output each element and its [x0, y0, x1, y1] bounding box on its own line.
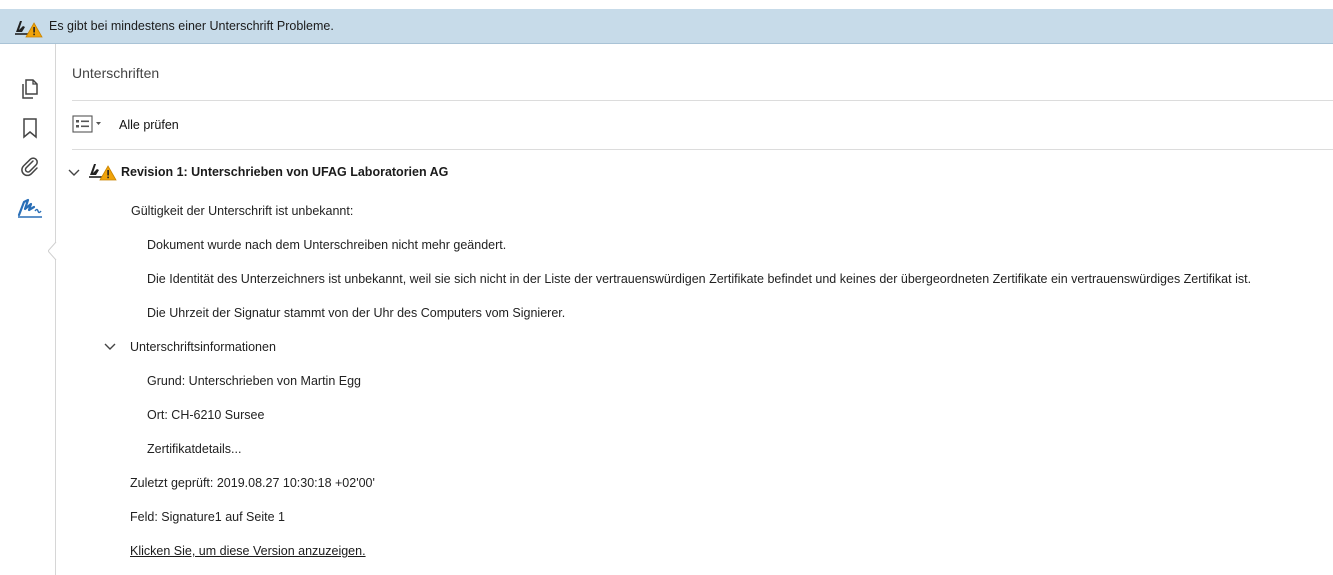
chevron-down-icon[interactable] [68, 168, 80, 178]
attachment-icon[interactable] [18, 155, 42, 179]
options-menu-button[interactable] [72, 114, 106, 134]
signatures-panel: Unterschriften Alle prüfen Revision 1: U… [56, 44, 1333, 575]
signature-warning-icon [89, 164, 117, 181]
validity-detail: Die Identität des Unterzeichners ist unb… [147, 272, 1252, 286]
validate-all-button[interactable]: Alle prüfen [119, 118, 179, 132]
revision-title[interactable]: Revision 1: Unterschrieben von UFAG Labo… [121, 165, 448, 179]
last-checked: Zuletzt geprüft: 2019.08.27 10:30:18 +02… [130, 476, 375, 490]
divider [72, 100, 1333, 101]
bookmark-icon[interactable] [18, 116, 42, 140]
validity-heading: Gültigkeit der Unterschrift ist unbekann… [131, 204, 354, 218]
divider [72, 149, 1333, 150]
info-item: Grund: Unterschrieben von Martin Egg [147, 374, 361, 388]
navigation-rail [0, 44, 57, 575]
pages-icon[interactable] [18, 77, 42, 101]
certificate-details-item[interactable]: Zertifikatdetails... [147, 442, 241, 456]
chevron-down-icon[interactable] [104, 342, 116, 352]
validity-detail: Die Uhrzeit der Signatur stammt von der … [147, 306, 566, 320]
signature-field: Feld: Signature1 auf Seite 1 [130, 510, 285, 524]
validity-detail: Dokument wurde nach dem Unterschreiben n… [147, 238, 507, 252]
signature-warning-icon [15, 21, 43, 38]
signature-problem-banner: Es gibt bei mindestens einer Unterschrif… [0, 9, 1333, 44]
view-version-link[interactable]: Klicken Sie, um diese Version anzuzeigen… [130, 544, 366, 558]
info-item: Ort: CH-6210 Sursee [147, 408, 265, 422]
signature-info-heading[interactable]: Unterschriftsinformationen [130, 340, 276, 354]
signature-icon[interactable] [16, 196, 44, 220]
banner-message: Es gibt bei mindestens einer Unterschrif… [49, 19, 334, 33]
panel-title: Unterschriften [72, 65, 160, 81]
